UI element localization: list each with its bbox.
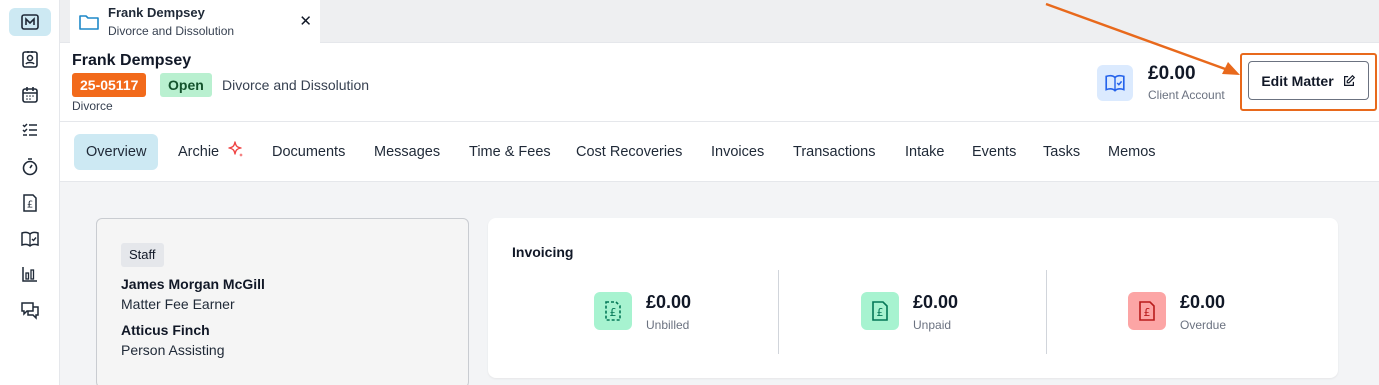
staff-member-role: Matter Fee Earner (121, 296, 235, 312)
tab-cost-recoveries[interactable]: Cost Recoveries (576, 134, 682, 170)
staff-member-role: Person Assisting (121, 342, 225, 358)
matter-number-badge: 25-05117 (72, 73, 147, 97)
tab-title: Frank Dempsey (108, 4, 205, 20)
overdue-icon-box: £ (1128, 292, 1166, 330)
messages-nav-button[interactable] (9, 296, 51, 324)
unpaid-amount: £0.00 (913, 292, 959, 312)
tab-events[interactable]: Events (972, 134, 1016, 170)
client-name: Frank Dempsey (72, 52, 192, 69)
tasks-nav-button[interactable] (9, 116, 51, 144)
overdue-amount: £0.00 (1180, 292, 1226, 312)
tab-invoices[interactable]: Invoices (711, 134, 764, 170)
unbilled-icon-box: £ (594, 292, 632, 330)
edit-icon (1343, 74, 1355, 86)
tab-documents[interactable]: Documents (272, 134, 345, 170)
contacts-nav-button[interactable] (9, 45, 51, 73)
edit-matter-button[interactable]: Edit Matter (1248, 61, 1369, 100)
matter-nav: Overview Archie Documents Messages Time … (60, 121, 1379, 182)
divider (1046, 270, 1047, 354)
billing-nav-button[interactable]: £ (9, 189, 51, 217)
tab-tasks[interactable]: Tasks (1043, 134, 1080, 170)
divider (778, 270, 779, 354)
tab-intake[interactable]: Intake (905, 134, 945, 170)
unbilled-label: Unbilled (646, 318, 690, 332)
svg-text:£: £ (877, 306, 884, 319)
reports-nav-button[interactable] (9, 260, 51, 288)
book-check-icon (21, 231, 39, 248)
matter-tab[interactable]: Frank Dempsey Divorce and Dissolution ✕ (70, 0, 320, 43)
pound-document-dashed-icon: £ (605, 301, 621, 321)
matter-header: Frank Dempsey 25-05117 Open Divorce and … (60, 43, 1379, 121)
timer-nav-button[interactable] (9, 153, 51, 181)
unpaid-icon-box: £ (861, 292, 899, 330)
client-account-amount: £0.00 (1148, 63, 1196, 84)
sparkle-icon (228, 141, 244, 157)
status-badge: Open (160, 73, 212, 97)
staff-member-name: James Morgan McGill (121, 276, 265, 292)
overdue-label: Overdue (1180, 318, 1227, 332)
staff-card: Staff James Morgan McGill Matter Fee Ear… (96, 218, 469, 385)
svg-text:£: £ (610, 306, 617, 319)
pound-document-icon: £ (23, 194, 37, 212)
tab-strip: Frank Dempsey Divorce and Dissolution ✕ (60, 0, 1379, 43)
close-icon[interactable]: ✕ (299, 12, 312, 30)
client-account-label: Client Account (1148, 88, 1225, 102)
app-root: £ Frank Dempsey Divorce and Dissolution … (0, 0, 1379, 385)
calendar-icon (22, 87, 38, 103)
pound-document-icon: £ (872, 301, 888, 321)
tab-overview[interactable]: Overview (74, 134, 159, 170)
bar-chart-icon (22, 267, 37, 282)
matter-type: Divorce and Dissolution (222, 77, 370, 93)
invoicing-title: Invoicing (512, 244, 574, 260)
client-account-icon-box (1097, 65, 1133, 101)
tab-subtitle: Divorce and Dissolution (108, 23, 235, 38)
staff-heading: Staff (121, 243, 164, 267)
tab-time-fees[interactable]: Time & Fees (469, 134, 551, 170)
chat-bubbles-icon (21, 302, 39, 320)
tab-memos[interactable]: Memos (1108, 134, 1156, 170)
left-rail: £ (0, 0, 60, 385)
invoicing-card: Invoicing £ £0.00 Unbilled £ £0.00 Unpai… (488, 218, 1338, 378)
contact-card-icon (22, 51, 38, 68)
accounts-nav-button[interactable] (9, 225, 51, 253)
tab-text: Frank Dempsey Divorce and Dissolution (108, 5, 234, 39)
stopwatch-icon (22, 158, 38, 176)
pound-document-alert-icon: £ (1139, 301, 1155, 321)
book-check-icon (1105, 74, 1125, 92)
svg-text:£: £ (27, 200, 33, 211)
tab-messages[interactable]: Messages (374, 134, 440, 170)
svg-text:£: £ (1144, 306, 1151, 319)
matters-nav-button[interactable] (9, 8, 51, 36)
matters-icon (21, 14, 39, 30)
unpaid-label: Unpaid (913, 318, 952, 332)
tab-archie-label: Archie (178, 144, 220, 160)
tab-transactions[interactable]: Transactions (793, 134, 875, 170)
unbilled-amount: £0.00 (646, 292, 692, 312)
edit-matter-label: Edit Matter (1261, 72, 1334, 89)
checklist-icon (22, 123, 37, 136)
practice-area: Divorce (72, 99, 113, 113)
overview-content: Staff James Morgan McGill Matter Fee Ear… (60, 182, 1379, 385)
calendar-nav-button[interactable] (9, 81, 51, 109)
tab-archie[interactable]: Archie (178, 134, 245, 170)
folder-icon (79, 14, 99, 30)
staff-member-name: Atticus Finch (121, 322, 210, 338)
